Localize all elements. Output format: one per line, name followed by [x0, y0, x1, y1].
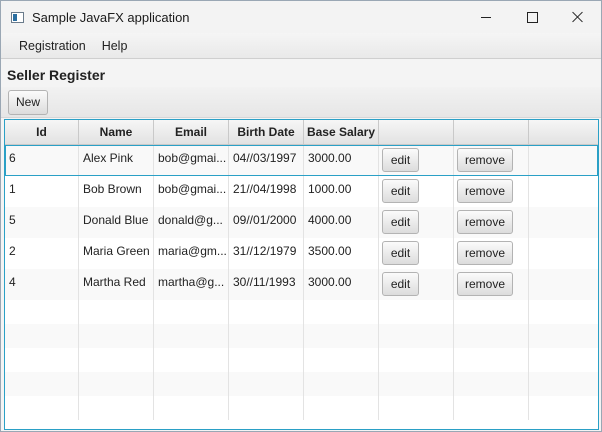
column-header-base-salary[interactable]: Base Salary	[304, 120, 379, 144]
toolbar: New	[1, 87, 601, 118]
minimize-button[interactable]	[463, 1, 509, 33]
edit-button[interactable]: edit	[382, 210, 419, 234]
maximize-button[interactable]	[509, 1, 555, 33]
window-title: Sample JavaFX application	[32, 9, 190, 25]
cell-remove: remove	[454, 207, 529, 238]
edit-button[interactable]: edit	[382, 241, 419, 265]
column-header-edit[interactable]	[379, 120, 454, 144]
cell-id: 4	[5, 269, 79, 300]
close-button[interactable]	[555, 1, 601, 33]
window-controls	[463, 1, 601, 33]
cell-id: 1	[5, 176, 79, 207]
app-window: Sample JavaFX application Registration H…	[0, 0, 602, 432]
seller-table[interactable]: Id Name Email Birth Date Base Salary 6 A…	[4, 119, 599, 430]
cell-base-salary: 1000.00	[304, 176, 379, 207]
cell-email: bob@gmai...	[154, 176, 229, 207]
cell-remove: remove	[454, 145, 529, 176]
column-header-email[interactable]: Email	[154, 120, 229, 144]
edit-button[interactable]: edit	[382, 148, 419, 172]
cell-name: Bob Brown	[79, 176, 154, 207]
app-window-icon	[11, 11, 24, 23]
cell-remove: remove	[454, 176, 529, 207]
cell-name: Martha Red	[79, 269, 154, 300]
cell-birth-date: 04//03/1997	[229, 145, 304, 176]
cell-name: Maria Green	[79, 238, 154, 269]
cell-base-salary: 3500.00	[304, 238, 379, 269]
menu-bar: Registration Help	[1, 33, 601, 59]
cell-edit: edit	[379, 269, 454, 300]
cell-filler	[529, 145, 598, 176]
cell-email: donald@g...	[154, 207, 229, 238]
maximize-icon	[526, 11, 538, 23]
cell-birth-date: 09//01/2000	[229, 207, 304, 238]
menu-registration[interactable]: Registration	[11, 39, 94, 53]
cell-edit: edit	[379, 176, 454, 207]
column-header-id[interactable]: Id	[5, 120, 79, 144]
remove-button[interactable]: remove	[457, 148, 513, 172]
cell-remove: remove	[454, 269, 529, 300]
edit-button[interactable]: edit	[382, 179, 419, 203]
cell-email: maria@gm...	[154, 238, 229, 269]
remove-button[interactable]: remove	[457, 179, 513, 203]
empty-table-row	[5, 372, 598, 396]
cell-email: bob@gmai...	[154, 145, 229, 176]
menu-help[interactable]: Help	[94, 39, 136, 53]
cell-edit: edit	[379, 145, 454, 176]
empty-table-row	[5, 396, 598, 420]
table-row[interactable]: 1 Bob Brown bob@gmai... 21//04/1998 1000…	[5, 176, 598, 207]
empty-table-row	[5, 324, 598, 348]
cell-id: 6	[5, 145, 79, 176]
cell-base-salary: 4000.00	[304, 207, 379, 238]
close-icon	[572, 11, 584, 23]
title-bar[interactable]: Sample JavaFX application	[1, 1, 601, 33]
empty-table-row	[5, 300, 598, 324]
column-header-birth-date[interactable]: Birth Date	[229, 120, 304, 144]
cell-id: 2	[5, 238, 79, 269]
column-header-filler	[529, 120, 598, 144]
cell-edit: edit	[379, 207, 454, 238]
table-row[interactable]: 4 Martha Red martha@g... 30//11/1993 300…	[5, 269, 598, 300]
table-row[interactable]: 5 Donald Blue donald@g... 09//01/2000 40…	[5, 207, 598, 238]
table-row[interactable]: 2 Maria Green maria@gm... 31//12/1979 35…	[5, 238, 598, 269]
cell-name: Alex Pink	[79, 145, 154, 176]
new-button[interactable]: New	[8, 89, 48, 115]
cell-base-salary: 3000.00	[304, 145, 379, 176]
cell-birth-date: 21//04/1998	[229, 176, 304, 207]
cell-birth-date: 31//12/1979	[229, 238, 304, 269]
cell-remove: remove	[454, 238, 529, 269]
table-header: Id Name Email Birth Date Base Salary	[5, 120, 598, 145]
cell-filler	[529, 176, 598, 207]
column-header-remove[interactable]	[454, 120, 529, 144]
remove-button[interactable]: remove	[457, 241, 513, 265]
cell-edit: edit	[379, 238, 454, 269]
remove-button[interactable]: remove	[457, 272, 513, 296]
cell-base-salary: 3000.00	[304, 269, 379, 300]
cell-filler	[529, 238, 598, 269]
cell-name: Donald Blue	[79, 207, 154, 238]
minimize-icon	[481, 16, 491, 18]
column-header-name[interactable]: Name	[79, 120, 154, 144]
table-row[interactable]: 6 Alex Pink bob@gmai... 04//03/1997 3000…	[5, 145, 598, 176]
edit-button[interactable]: edit	[382, 272, 419, 296]
cell-filler	[529, 207, 598, 238]
cell-id: 5	[5, 207, 79, 238]
cell-email: martha@g...	[154, 269, 229, 300]
remove-button[interactable]: remove	[457, 210, 513, 234]
cell-filler	[529, 269, 598, 300]
cell-birth-date: 30//11/1993	[229, 269, 304, 300]
page-title: Seller Register	[7, 67, 106, 83]
empty-table-row	[5, 348, 598, 372]
